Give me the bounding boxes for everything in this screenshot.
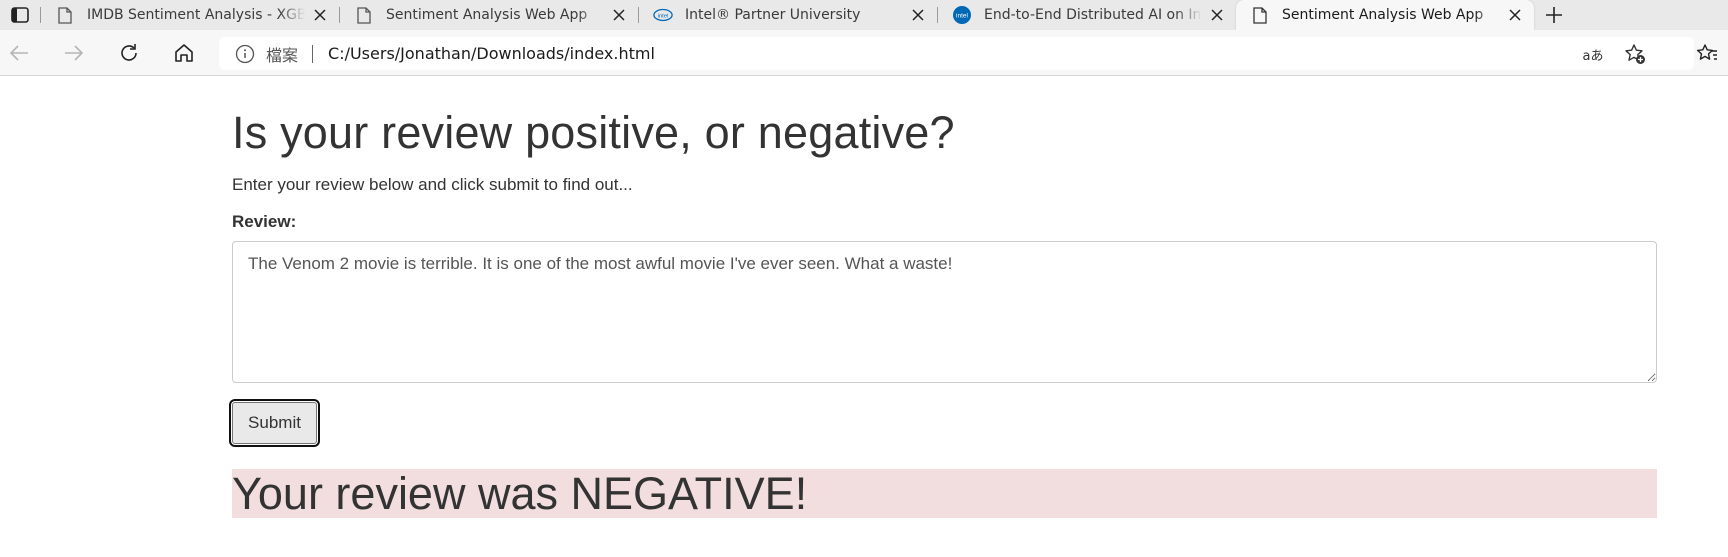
url-text[interactable]: C:/Users/Jonathan/Downloads/index.html bbox=[328, 44, 655, 63]
add-favorite-button[interactable] bbox=[1621, 40, 1649, 68]
read-aloud-icon: aあ bbox=[1582, 48, 1604, 64]
tab-strip: IMDB Sentiment Analysis - XGBoost Sentim… bbox=[0, 0, 1728, 30]
address-bar[interactable]: 檔案 C:/Users/Jonathan/Downloads/index.htm… bbox=[219, 37, 1694, 70]
new-tab-button[interactable] bbox=[1534, 0, 1574, 30]
tab-intel-partner-university[interactable]: intel Intel® Partner University bbox=[639, 0, 937, 30]
submit-button[interactable]: Submit bbox=[229, 398, 320, 447]
close-tab-icon[interactable] bbox=[909, 6, 927, 24]
home-button[interactable] bbox=[167, 37, 201, 69]
svg-text:intel: intel bbox=[658, 13, 669, 19]
tab-sentiment-web-app[interactable]: Sentiment Analysis Web App bbox=[340, 0, 638, 30]
favorites-button[interactable] bbox=[1690, 37, 1724, 69]
tab-imdb-xgboost[interactable]: IMDB Sentiment Analysis - XGBoost bbox=[41, 0, 339, 30]
tab-title: Intel® Partner University bbox=[685, 7, 861, 23]
close-tab-icon[interactable] bbox=[610, 6, 628, 24]
svg-text:intel: intel bbox=[956, 13, 968, 20]
page-title: Is your review positive, or negative? bbox=[232, 107, 955, 158]
tab-title: Sentiment Analysis Web App bbox=[386, 7, 588, 23]
forward-icon bbox=[65, 45, 84, 61]
refresh-icon bbox=[121, 44, 137, 61]
favorites-icon bbox=[1696, 44, 1717, 60]
add-favorite-icon bbox=[1625, 44, 1645, 64]
address-separator bbox=[312, 44, 314, 63]
read-aloud-button[interactable]: aあ bbox=[1579, 40, 1607, 68]
back-button[interactable] bbox=[2, 37, 36, 69]
tab-title: End-to-End Distributed AI on Intel bbox=[984, 7, 1202, 23]
page-icon bbox=[1250, 5, 1270, 25]
intro-text: Enter your review below and click submit… bbox=[232, 174, 633, 194]
close-tab-icon[interactable] bbox=[1208, 6, 1226, 24]
review-label: Review: bbox=[232, 211, 297, 231]
info-icon[interactable] bbox=[234, 43, 256, 65]
home-icon bbox=[175, 44, 193, 62]
plus-icon bbox=[1546, 7, 1562, 23]
page-icon bbox=[354, 5, 374, 25]
intel-logo-icon: intel bbox=[952, 5, 972, 25]
tab-title: IMDB Sentiment Analysis - XGBoost bbox=[87, 7, 305, 23]
close-tab-icon[interactable] bbox=[1506, 6, 1524, 24]
page-content: Is your review positive, or negative? En… bbox=[229, 86, 1657, 518]
tab-actions-icon bbox=[11, 7, 29, 23]
refresh-button[interactable] bbox=[112, 37, 146, 69]
tab-sentiment-web-app-active[interactable]: Sentiment Analysis Web App bbox=[1236, 0, 1534, 30]
back-icon bbox=[9, 45, 28, 61]
browser-toolbar: 檔案 C:/Users/Jonathan/Downloads/index.htm… bbox=[0, 30, 1728, 76]
tab-title: Sentiment Analysis Web App bbox=[1282, 7, 1484, 23]
result-banner: Your review was NEGATIVE! bbox=[232, 468, 1657, 518]
tab-end-to-end-distributed-ai[interactable]: intel End-to-End Distributed AI on Intel bbox=[938, 0, 1236, 30]
forward-button[interactable] bbox=[57, 37, 91, 69]
intel-logo-icon: intel bbox=[653, 5, 673, 25]
review-textarea[interactable]: The Venom 2 movie is terrible. It is one… bbox=[232, 240, 1657, 383]
page-icon bbox=[55, 5, 75, 25]
tab-actions-button[interactable] bbox=[0, 0, 40, 30]
close-tab-icon[interactable] bbox=[311, 6, 329, 24]
site-info-label[interactable]: 檔案 bbox=[266, 42, 298, 66]
